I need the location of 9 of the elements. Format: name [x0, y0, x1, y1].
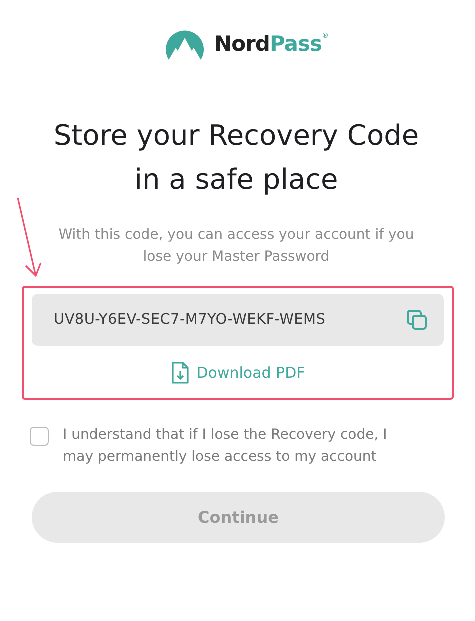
download-pdf-link[interactable]: Download PDF	[170, 362, 306, 384]
file-download-icon	[170, 362, 189, 384]
recovery-code: UV8U-Y6EV-SEC7-M7YO-WEKF-WEMS	[54, 312, 326, 328]
consent-checkbox[interactable]	[30, 427, 49, 446]
copy-icon[interactable]	[406, 309, 428, 331]
consent-label: I understand that if I lose the Recovery code, I may permanently lose access to my account	[63, 426, 388, 467]
page-title: Store your Recovery Code in a safe place	[52, 118, 420, 198]
brand-name: NordPass$^{®}$	[214, 32, 328, 56]
subtitle: With this code, you can access your account if you lose your Master Password	[58, 226, 416, 267]
